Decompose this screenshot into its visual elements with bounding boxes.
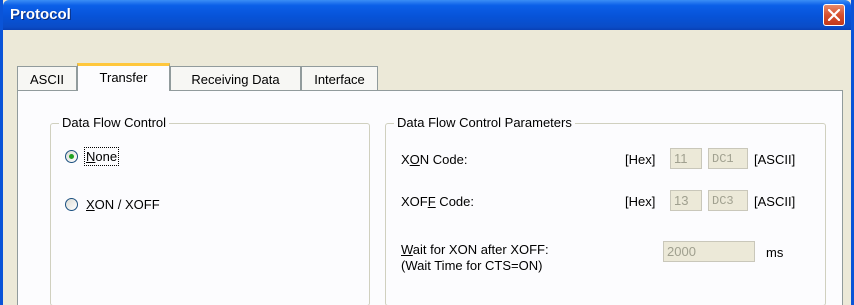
ascii-tag: [ASCII] [754, 152, 796, 167]
hex-tag: [Hex] [625, 152, 656, 167]
xon-code-label: XON Code: [401, 152, 468, 167]
wait-time-field[interactable]: 2000 [663, 241, 755, 262]
xon-ascii-field[interactable]: DC1 [708, 148, 748, 169]
xoff-ascii-field[interactable]: DC3 [708, 190, 748, 211]
tab-label: Receiving Data [191, 72, 280, 87]
group-title: Data Flow Control Parameters [394, 115, 575, 130]
close-button[interactable] [823, 4, 845, 26]
tab-panel: Data Flow Control None XON / XOFF Data F… [17, 90, 843, 305]
radio-button-checked[interactable] [65, 150, 78, 163]
flow-control-params-group: Data Flow Control Parameters XON Code: [… [385, 115, 826, 305]
dialog-window: Protocol ASCII Transfer Receiving Data I… [0, 0, 854, 305]
ms-unit-label: ms [766, 245, 784, 260]
wait-sublabel: (Wait Time for CTS=ON) [401, 258, 543, 273]
radio-none[interactable]: None [65, 147, 120, 166]
tab-label: Transfer [99, 70, 148, 85]
window-title: Protocol [10, 6, 71, 23]
xoff-code-label: XOFF Code: [401, 194, 474, 209]
tab-transfer[interactable]: Transfer [77, 63, 170, 91]
close-icon [828, 9, 840, 21]
tab-ascii[interactable]: ASCII [17, 66, 77, 90]
wait-label: Wait for XON after XOFF: [401, 242, 549, 257]
group-title: Data Flow Control [59, 115, 170, 130]
tab-receiving-data[interactable]: Receiving Data [170, 66, 301, 90]
ascii-tag: [ASCII] [754, 194, 796, 209]
tab-label: Interface [314, 72, 365, 87]
data-flow-control-group: Data Flow Control None XON / XOFF [50, 115, 370, 305]
radio-label: XON / XOFF [86, 197, 160, 212]
radio-xon-xoff[interactable]: XON / XOFF [65, 197, 160, 212]
xon-hex-field[interactable]: 11 [670, 148, 702, 169]
xoff-hex-field[interactable]: 13 [670, 190, 702, 211]
title-bar[interactable]: Protocol [3, 0, 851, 30]
tab-label: ASCII [30, 72, 64, 87]
tab-interface[interactable]: Interface [301, 66, 378, 90]
radio-label: None [83, 147, 120, 166]
hex-tag: [Hex] [625, 194, 656, 209]
radio-button[interactable] [65, 198, 78, 211]
